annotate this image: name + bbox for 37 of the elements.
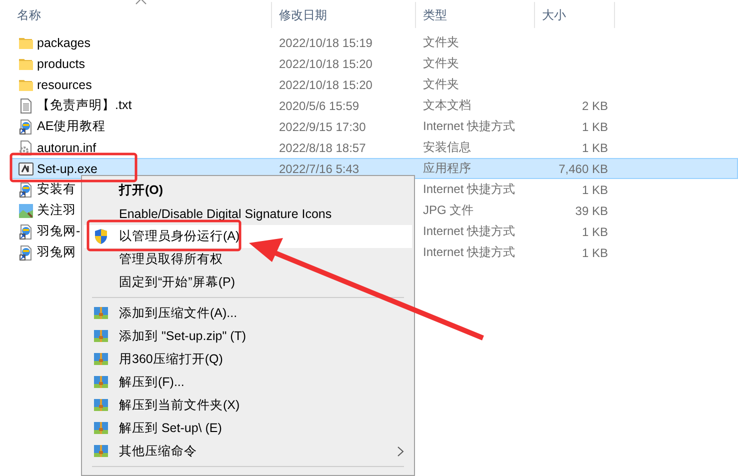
file-size: 1 KB xyxy=(580,182,609,196)
file-date: 2020/5/6 15:59 xyxy=(278,98,360,112)
file-type: Internet 快捷方式 xyxy=(422,118,516,135)
file-size: 1 KB xyxy=(580,120,609,134)
file-date: 2022/7/16 5:43 xyxy=(278,162,360,176)
file-name: Set-up.exe xyxy=(37,162,98,176)
file-type: 安装信息 xyxy=(422,139,472,156)
file-date: 2022/8/18 18:57 xyxy=(278,140,367,154)
file-size: 1 KB xyxy=(580,224,609,238)
file-name: AE使用教程 xyxy=(37,118,106,135)
file-name: 安装有 xyxy=(37,181,76,198)
file-name: autorun.inf xyxy=(37,140,96,154)
file-type: 文本文档 xyxy=(422,97,472,114)
file-type: 文件夹 xyxy=(422,55,460,72)
file-size: 1 KB xyxy=(580,246,609,260)
file-type: Internet 快捷方式 xyxy=(422,223,516,240)
file-name: 羽兔网- xyxy=(37,223,80,240)
file-date: 2022/10/18 15:20 xyxy=(278,78,374,92)
file-name: resources xyxy=(37,78,92,92)
file-size: 39 KB xyxy=(574,204,609,218)
file-type: 文件夹 xyxy=(422,34,460,51)
file-name: products xyxy=(37,56,85,70)
file-date: 2022/10/18 15:19 xyxy=(278,36,374,50)
file-size: 2 KB xyxy=(580,98,609,112)
file-size: 1 KB xyxy=(580,140,609,154)
file-type: 应用程序 xyxy=(422,160,472,177)
file-name: 【免责声明】.txt xyxy=(37,97,132,114)
file-date: 2022/10/18 15:20 xyxy=(278,56,374,70)
file-type: Internet 快捷方式 xyxy=(422,244,516,261)
file-type: Internet 快捷方式 xyxy=(422,181,516,198)
file-name: 关注羽 xyxy=(37,202,76,219)
file-name: 羽兔网 xyxy=(37,244,76,261)
file-type: 文件夹 xyxy=(422,76,460,93)
file-size: 7,460 KB xyxy=(558,162,609,176)
file-date: 2022/9/15 17:30 xyxy=(278,120,367,134)
file-name: packages xyxy=(37,36,91,50)
file-type: JPG 文件 xyxy=(422,202,475,219)
